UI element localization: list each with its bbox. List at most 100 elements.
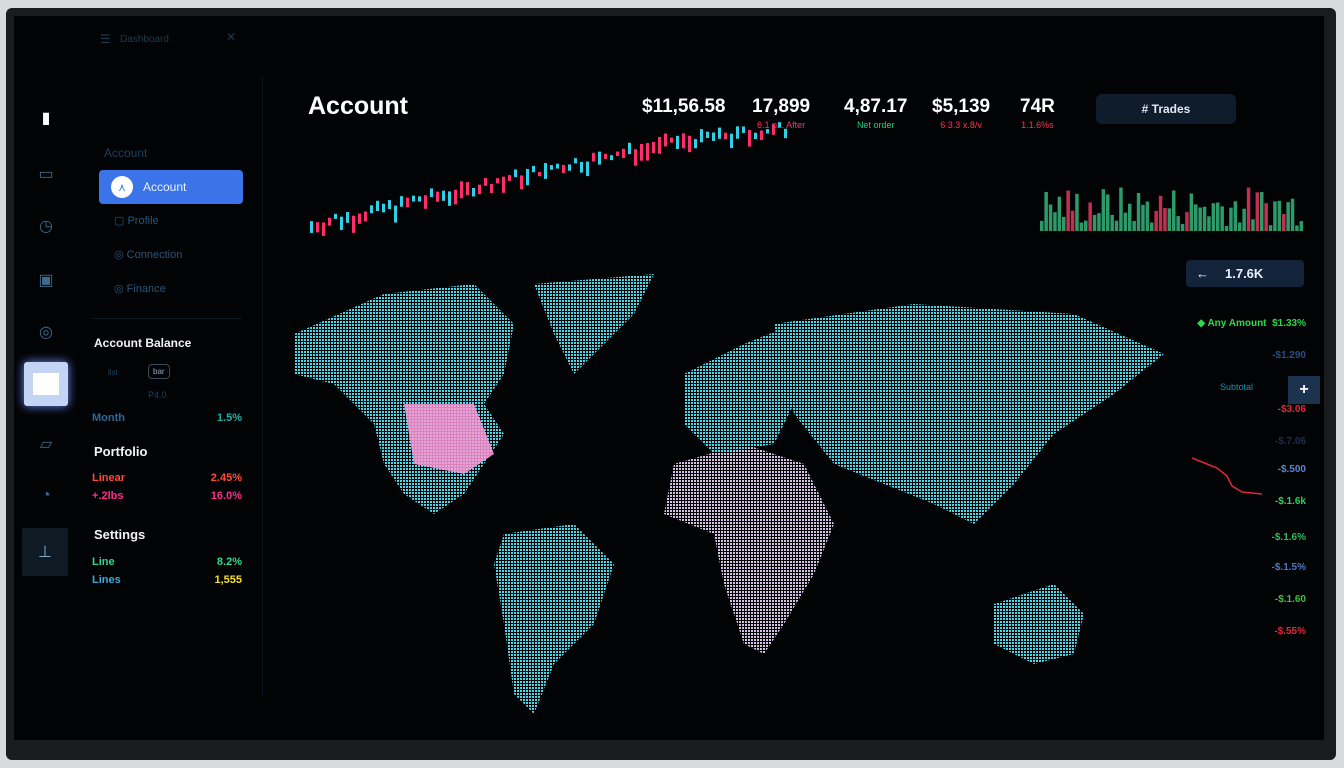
volume-bar <box>1255 192 1260 231</box>
volume-bar <box>1189 193 1194 231</box>
divider <box>92 318 242 319</box>
candle <box>766 129 769 134</box>
candle <box>508 175 511 181</box>
balance-tab-list[interactable]: list <box>108 368 118 377</box>
right-value: -$.55% <box>1274 626 1306 637</box>
value-chip[interactable]: ← 1.7.6K <box>1186 260 1304 287</box>
arrow-left-icon: ← <box>1196 266 1209 281</box>
nav-account-label: Account <box>143 180 187 194</box>
candle <box>778 122 781 128</box>
candle <box>358 213 361 224</box>
user-icon[interactable]: ⊥ <box>22 528 68 576</box>
candle <box>526 168 529 186</box>
candle <box>616 151 619 156</box>
australia <box>994 584 1084 664</box>
timer-icon[interactable]: ◷ <box>26 206 66 246</box>
volume-bar <box>1075 193 1079 231</box>
stat-value: 17,899 <box>752 96 811 117</box>
candle <box>430 188 433 197</box>
volume-bar <box>1101 189 1106 231</box>
volume-bar <box>1163 208 1167 231</box>
volume-bar <box>1123 212 1128 231</box>
candle <box>634 149 637 166</box>
box-icon[interactable]: ▣ <box>26 260 66 300</box>
candle <box>574 158 577 164</box>
candle <box>310 221 313 233</box>
volume-bar <box>1224 225 1229 231</box>
candlestick-chart <box>310 122 787 236</box>
nav-account[interactable]: ⋏ Account <box>99 170 243 204</box>
volume-bar <box>1211 203 1216 231</box>
candle <box>466 182 469 196</box>
candle <box>598 151 601 165</box>
candle <box>364 211 367 222</box>
greenland <box>534 274 654 374</box>
portfolio-row-label: Linear <box>92 472 126 484</box>
tag-icon[interactable]: ▱ <box>26 424 66 464</box>
candle <box>754 132 757 140</box>
menu-label: Dashboard <box>120 34 169 45</box>
volume-bar <box>1198 207 1202 231</box>
candle <box>688 135 691 153</box>
candle <box>712 132 715 141</box>
balance-tab-bar[interactable]: bar <box>148 364 170 379</box>
volume-bar <box>1106 194 1110 231</box>
document-icon[interactable] <box>24 362 68 406</box>
candle <box>670 137 673 143</box>
add-label: Subtotal <box>1220 382 1254 392</box>
volume-bar <box>1097 213 1101 231</box>
candle <box>724 132 727 140</box>
volume-bar <box>1260 192 1264 231</box>
volume-bar <box>1048 204 1053 231</box>
candle <box>478 184 481 195</box>
gauge-icon[interactable]: ◎ <box>26 312 66 352</box>
volume-bar <box>1128 203 1132 231</box>
balance-title: Account Balance <box>94 336 192 350</box>
account-icon: ⋏ <box>111 176 133 198</box>
world-map[interactable] <box>274 264 1194 724</box>
volume-bar <box>1114 220 1119 231</box>
menu-icon[interactable]: ☰ <box>100 32 111 46</box>
right-value: -$.7.06 <box>1274 436 1306 447</box>
candle <box>334 213 337 219</box>
volume-bar <box>1053 212 1057 231</box>
add-button[interactable]: + <box>1288 376 1320 404</box>
volume-bar <box>1207 216 1211 231</box>
monitor-icon[interactable]: ▭ <box>26 154 66 194</box>
candle <box>772 124 775 135</box>
trades-button[interactable]: # Trades <box>1096 94 1236 124</box>
candle <box>592 152 595 162</box>
balance-row-label: Month <box>92 412 125 424</box>
volume-bar <box>1070 210 1075 231</box>
candle <box>640 144 643 161</box>
asia <box>774 304 1164 524</box>
volume-bar <box>1299 221 1304 231</box>
right-value: -$3.06 <box>1277 404 1306 415</box>
europe <box>684 324 794 454</box>
south-america <box>494 524 614 714</box>
volume-bar <box>1092 214 1097 231</box>
candle <box>730 133 733 149</box>
nav-profile[interactable]: ▢ Profile <box>114 214 159 227</box>
candle <box>694 139 697 149</box>
chart-icon[interactable]: ▮ <box>26 98 66 138</box>
volume-bar <box>1066 190 1070 231</box>
speed-icon[interactable]: ◔ <box>26 476 66 516</box>
candle <box>622 148 625 159</box>
volume-bar <box>1194 204 1198 231</box>
candle <box>346 211 349 223</box>
candle <box>316 222 319 233</box>
nav-finance[interactable]: ◎ Finance <box>114 282 166 295</box>
candle <box>328 217 331 226</box>
volume-bar <box>1110 214 1114 231</box>
candle <box>520 175 523 190</box>
candle <box>454 189 457 205</box>
settings-row-label: Lines <box>92 574 121 586</box>
candle <box>376 200 379 211</box>
candle <box>628 142 631 155</box>
candle <box>406 197 409 208</box>
close-icon[interactable]: ✕ <box>226 30 236 44</box>
stat-value: $11,56.58 <box>642 96 726 117</box>
nav-connection[interactable]: ◎ Connection <box>114 248 182 261</box>
volume-bar <box>1246 187 1251 231</box>
